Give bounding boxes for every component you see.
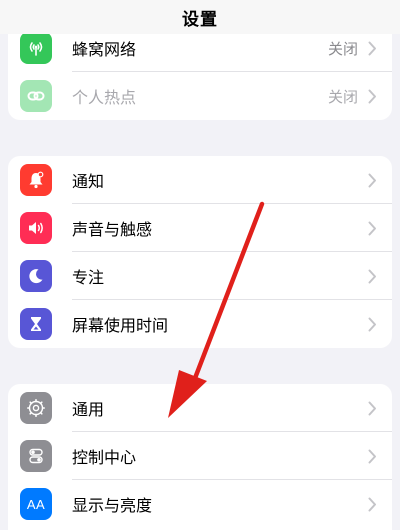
text-size-icon: AA	[20, 488, 52, 520]
settings-row-display[interactable]: AA 显示与亮度	[8, 480, 392, 528]
focus-label: 专注	[72, 268, 105, 287]
chevron-right-icon	[368, 496, 378, 512]
chevron-right-icon	[368, 172, 378, 188]
settings-screen: 蜂窝网络 关闭 个人热点 关闭 通知 声音与触感 专注 屏幕使用时间 通用 控制…	[0, 0, 400, 530]
settings-row-hotspot[interactable]: 个人热点 关闭	[8, 72, 392, 120]
chevron-right-icon	[368, 400, 378, 416]
hotspot-label: 个人热点	[72, 88, 137, 107]
settings-row-general[interactable]: 通用	[8, 384, 392, 432]
navigation-bar: 设置	[0, 0, 400, 34]
toggles-icon	[20, 440, 52, 472]
speaker-icon	[20, 212, 52, 244]
chevron-right-icon	[368, 448, 378, 464]
settings-row-notifications[interactable]: 通知	[8, 156, 392, 204]
link-icon	[20, 80, 52, 112]
chevron-right-icon	[368, 220, 378, 236]
sounds-label: 声音与触感	[72, 220, 153, 239]
notifications-label: 通知	[72, 172, 105, 191]
notifications-group: 通知 声音与触感 专注 屏幕使用时间	[8, 156, 392, 348]
control-center-label: 控制中心	[72, 448, 137, 467]
settings-row-control-center[interactable]: 控制中心	[8, 432, 392, 480]
general-label: 通用	[72, 400, 105, 419]
display-label: 显示与亮度	[72, 496, 153, 515]
general-group: 通用 控制中心 AA 显示与亮度	[8, 384, 392, 530]
cellular-value: 关闭	[327, 39, 358, 58]
text-size-icon-glyph: AA	[26, 496, 46, 512]
hotspot-value: 关闭	[327, 87, 358, 106]
chevron-right-icon	[368, 88, 378, 104]
settings-row-sounds[interactable]: 声音与触感	[8, 204, 392, 252]
chevron-right-icon	[368, 268, 378, 284]
chevron-right-icon	[368, 316, 378, 332]
gear-icon	[20, 392, 52, 424]
antenna-icon	[20, 32, 52, 64]
moon-icon	[20, 260, 52, 292]
cellular-label: 蜂窝网络	[72, 40, 137, 59]
settings-row-screen-time[interactable]: 屏幕使用时间	[8, 300, 392, 348]
settings-row-focus[interactable]: 专注	[8, 252, 392, 300]
network-group: 蜂窝网络 关闭 个人热点 关闭	[8, 24, 392, 120]
page-title: 设置	[182, 9, 218, 30]
hourglass-icon	[20, 308, 52, 340]
chevron-right-icon	[368, 40, 378, 56]
bell-icon	[20, 164, 52, 196]
screen-time-label: 屏幕使用时间	[72, 316, 169, 335]
